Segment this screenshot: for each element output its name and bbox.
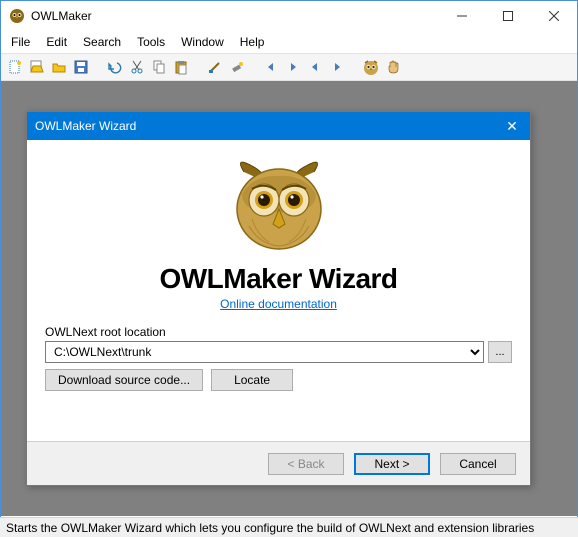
brush-icon[interactable] <box>205 57 225 77</box>
wizard-dialog: OWLMaker Wizard ✕ <box>26 111 531 486</box>
nav-prev-icon[interactable] <box>305 57 325 77</box>
owl-logo <box>45 150 512 257</box>
nav-next-icon[interactable] <box>327 57 347 77</box>
wizard-body: OWLMaker Wizard Online documentation OWL… <box>27 140 530 441</box>
menu-bar: File Edit Search Tools Window Help <box>1 31 577 53</box>
paste-icon[interactable] <box>171 57 191 77</box>
wizard-title-bar[interactable]: OWLMaker Wizard ✕ <box>27 112 530 140</box>
owl-wizard-icon[interactable] <box>361 57 381 77</box>
status-bar: Starts the OWLMaker Wizard which lets yo… <box>0 517 578 537</box>
cancel-button[interactable]: Cancel <box>440 453 516 475</box>
client-area: OWLMaker Wizard ✕ <box>1 81 577 516</box>
app-title: OWLMaker <box>31 9 439 23</box>
root-location-input[interactable]: C:\OWLNext\trunk <box>45 341 484 363</box>
locate-button[interactable]: Locate <box>211 369 293 391</box>
menu-file[interactable]: File <box>3 33 38 51</box>
copy-icon[interactable] <box>149 57 169 77</box>
status-text: Starts the OWLMaker Wizard which lets yo… <box>6 521 534 535</box>
close-button[interactable] <box>531 1 577 31</box>
hand-icon[interactable] <box>383 57 403 77</box>
nav-back-icon[interactable] <box>261 57 281 77</box>
download-source-button[interactable]: Download source code... <box>45 369 203 391</box>
nav-forward-icon[interactable] <box>283 57 303 77</box>
flashlight-icon[interactable] <box>227 57 247 77</box>
owl-icon <box>9 8 25 24</box>
toolbar <box>1 53 577 81</box>
wizard-doc-link-row: Online documentation <box>45 297 512 311</box>
cut-icon[interactable] <box>127 57 147 77</box>
title-bar: OWLMaker <box>1 1 577 31</box>
undo-icon[interactable] <box>105 57 125 77</box>
wizard-close-icon[interactable]: ✕ <box>502 118 522 135</box>
maximize-button[interactable] <box>485 1 531 31</box>
menu-window[interactable]: Window <box>173 33 232 51</box>
folder-icon[interactable] <box>49 57 69 77</box>
online-documentation-link[interactable]: Online documentation <box>220 297 337 311</box>
save-icon[interactable] <box>71 57 91 77</box>
menu-tools[interactable]: Tools <box>129 33 173 51</box>
open-icon[interactable] <box>27 57 47 77</box>
browse-button[interactable]: ... <box>488 341 512 363</box>
wizard-footer: < Back Next > Cancel <box>27 441 530 485</box>
minimize-button[interactable] <box>439 1 485 31</box>
wizard-heading: OWLMaker Wizard <box>45 263 512 295</box>
root-location-label: OWLNext root location <box>45 325 512 339</box>
menu-help[interactable]: Help <box>232 33 273 51</box>
menu-search[interactable]: Search <box>75 33 129 51</box>
wizard-title: OWLMaker Wizard <box>35 119 502 133</box>
back-button: < Back <box>268 453 344 475</box>
next-button[interactable]: Next > <box>354 453 430 475</box>
new-icon[interactable] <box>5 57 25 77</box>
menu-edit[interactable]: Edit <box>38 33 75 51</box>
